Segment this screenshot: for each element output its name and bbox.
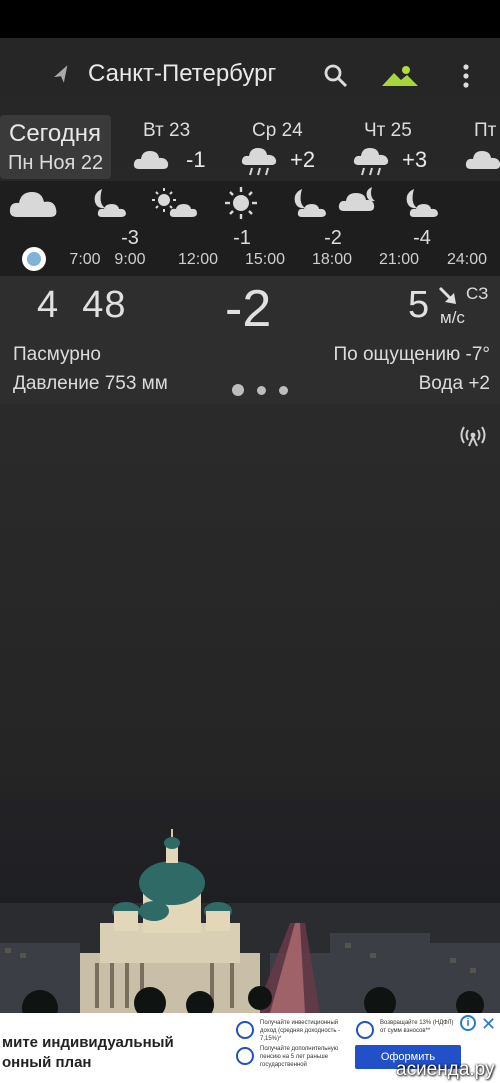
day-item[interactable]: Вт 23 -1 xyxy=(130,115,230,179)
city-title[interactable]: Санкт-Петербург xyxy=(88,60,276,88)
day-temp: +3 xyxy=(402,147,428,172)
ad-feature-icon xyxy=(356,1021,374,1039)
hour-time: 9:00 xyxy=(114,251,146,268)
water-temperature: Вода +2 xyxy=(418,373,490,394)
ad-headline-line1: мите индивидуальный xyxy=(2,1034,174,1051)
cloud-icon xyxy=(9,192,57,217)
today-date: Пн Ноя 22 xyxy=(8,152,104,174)
hour-time: 24:00 xyxy=(446,251,488,268)
day-item[interactable]: Чт 25 +3 xyxy=(350,115,450,179)
cloud-icon xyxy=(133,151,169,169)
location-arrow-icon[interactable] xyxy=(50,64,74,88)
weather-app: Санкт-Петербург Сегодня Пн Ноя 22 Вт 23 … xyxy=(0,38,500,1013)
status-bar xyxy=(0,0,500,38)
ad-headline-line2: онный план xyxy=(2,1054,92,1071)
more-vert-icon[interactable] xyxy=(455,60,477,92)
day-today[interactable]: Сегодня Пн Ноя 22 xyxy=(0,115,111,179)
moon-cloud-icon xyxy=(94,189,126,217)
condition-text: Пасмурно xyxy=(13,344,101,365)
day-item[interactable]: Пт xyxy=(462,115,500,179)
hour-temp: -2 xyxy=(324,227,342,249)
moon-cloud-icon xyxy=(406,189,438,217)
day-temp: +2 xyxy=(290,147,316,172)
city-night-illustration xyxy=(0,793,500,1013)
current-time: 4 48 xyxy=(37,284,127,326)
hour-time: 21:00 xyxy=(378,251,420,268)
watermark: асиенда.ру xyxy=(396,1059,495,1080)
ad-feature-icon xyxy=(236,1047,254,1065)
ad-info-icon[interactable]: i xyxy=(460,1015,476,1031)
day-label: Чт 25 xyxy=(364,120,412,141)
today-label: Сегодня xyxy=(9,120,101,147)
ad-close-icon[interactable]: ✕ xyxy=(481,1014,496,1035)
ad-headline: мите индивидуальный онный план xyxy=(2,1033,174,1073)
moon-cloud-icon xyxy=(338,187,375,211)
current-temperature: -2 xyxy=(225,280,272,338)
hour-time: 18:00 xyxy=(311,251,353,268)
sun-cloud-icon xyxy=(152,188,197,217)
day-label: Ср 24 xyxy=(252,120,303,141)
feels-like: По ощущению -7° xyxy=(333,344,490,365)
current-time-marker xyxy=(22,247,46,271)
wind-unit: м/с xyxy=(440,308,465,327)
search-icon[interactable] xyxy=(322,62,350,90)
wind-direction: СЗ xyxy=(466,284,489,303)
sun-icon xyxy=(225,187,257,219)
page-dot xyxy=(279,386,288,395)
radar-broadcast-icon[interactable] xyxy=(456,424,490,448)
ad-feature-text: Получайте дополнительную пенсию на 5 лет… xyxy=(260,1046,339,1068)
hour-temp: -3 xyxy=(121,227,139,249)
moon-cloud-icon xyxy=(294,189,326,217)
page-indicator xyxy=(232,384,292,396)
snow-cloud-icon xyxy=(241,148,277,176)
ad-feature-text: Получайте инвестиционный доход (средняя … xyxy=(260,1020,341,1042)
hour-time: 12:00 xyxy=(177,251,219,268)
current-conditions[interactable]: 4 48 -2 5 СЗ м/с Пасмурно По ощущению -7… xyxy=(0,276,500,404)
snow-cloud-icon xyxy=(353,148,389,176)
page-dot-active xyxy=(232,384,244,396)
page-dot xyxy=(257,386,266,395)
hour-temp: -1 xyxy=(233,227,251,249)
ad-feature-icon xyxy=(236,1021,254,1039)
wind-direction-arrow-icon xyxy=(438,286,456,304)
pressure: Давление 753 мм xyxy=(13,373,168,394)
wind-speed: 5 xyxy=(408,284,430,326)
background-landscape-icon[interactable] xyxy=(380,62,420,90)
daily-strip: Сегодня Пн Ноя 22 Вт 23 -1 Ср 24 +2 Чт 2… xyxy=(0,115,500,179)
hour-time: 15:00 xyxy=(244,251,286,268)
day-item[interactable]: Ср 24 +2 xyxy=(238,115,338,179)
ad-banner[interactable]: мите индивидуальный онный план Получайте… xyxy=(0,1013,500,1083)
day-label: Вт 23 xyxy=(143,120,191,141)
ad-feature-text: Возвращайте 13% (НДФЛ) от сумм взносов** xyxy=(380,1020,454,1034)
day-label: Пт xyxy=(474,120,497,141)
hour-temp: -4 xyxy=(413,227,431,249)
cloud-icon xyxy=(465,151,500,169)
toolbar: Санкт-Петербург xyxy=(0,38,500,114)
day-temp: -1 xyxy=(186,147,206,172)
